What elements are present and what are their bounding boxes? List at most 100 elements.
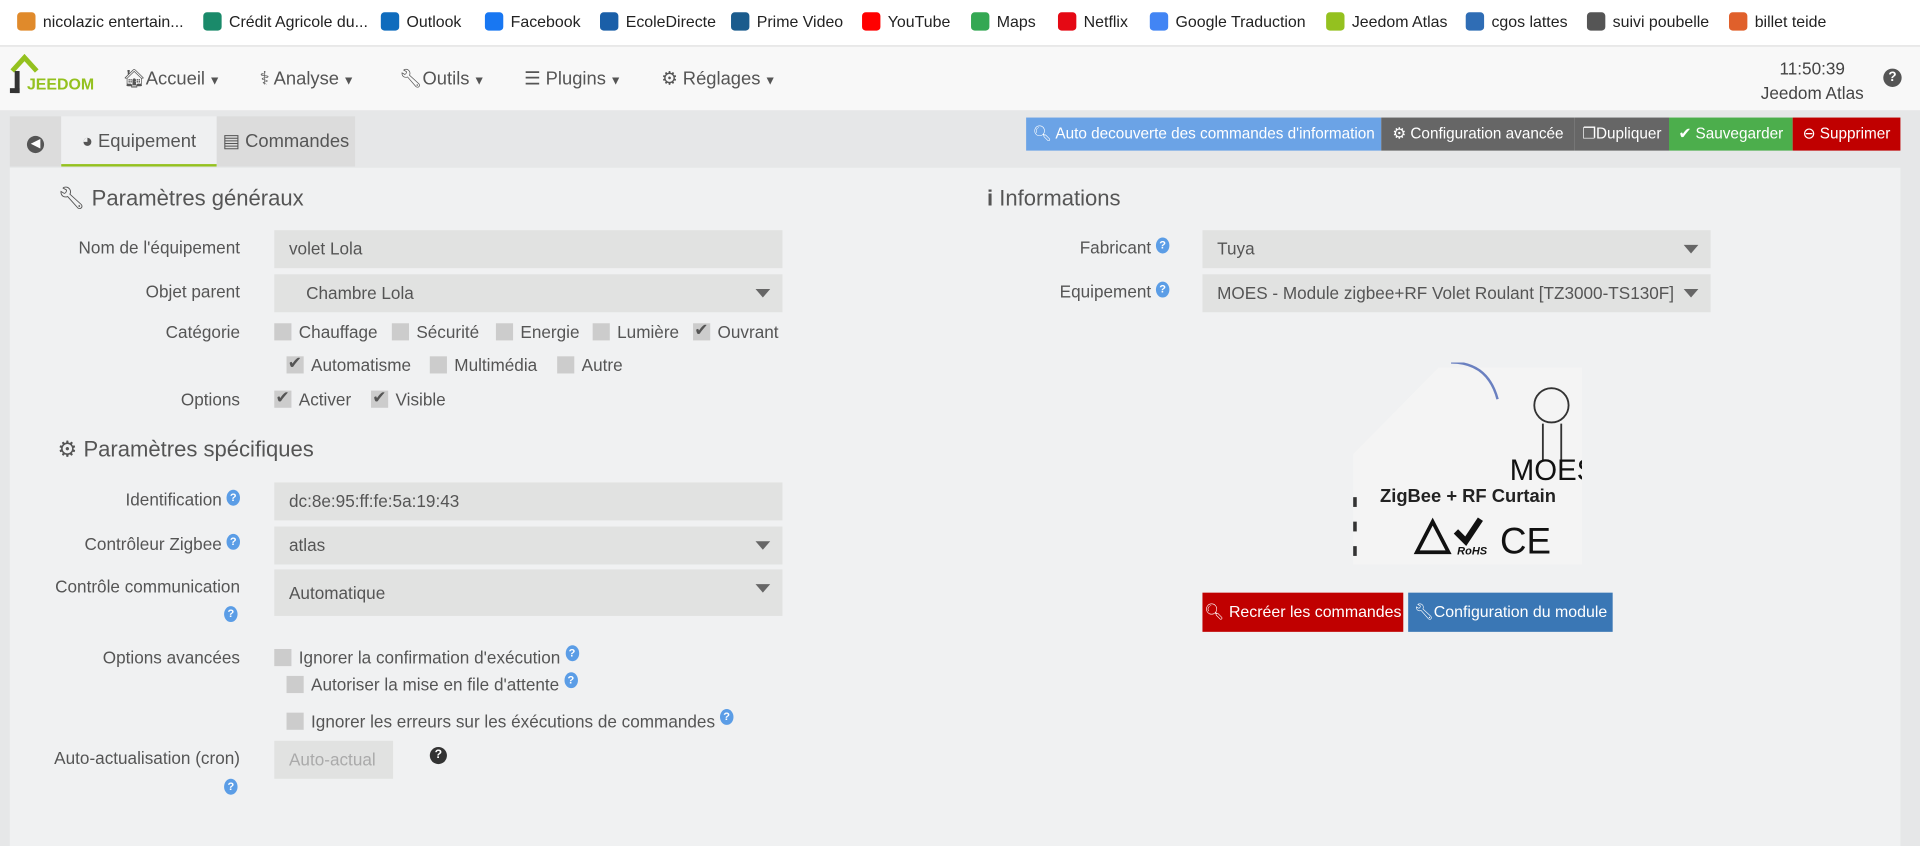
bookmark-label: Google Traduction xyxy=(1175,12,1306,31)
device-image: MOES ZigBee + RF Curtain RoHS CE xyxy=(1353,362,1583,565)
recreate-commands-button[interactable]: 🔍︎ Recréer les commandes xyxy=(1202,592,1404,632)
checkbox-item[interactable]: Sécurité xyxy=(391,322,480,342)
checkbox[interactable] xyxy=(274,323,292,341)
bookmark-item[interactable]: Maps xyxy=(971,12,1036,31)
checkbox-item[interactable]: Ouvrant xyxy=(693,320,779,342)
checkbox[interactable] xyxy=(495,323,514,341)
netflix-icon xyxy=(1057,12,1077,31)
checkbox-item[interactable]: Autre xyxy=(557,355,623,375)
bookmark-item[interactable]: Crédit Agricole du... xyxy=(203,12,368,31)
help-icon[interactable]: ? xyxy=(565,644,579,661)
zigbee-controller-select[interactable]: atlas xyxy=(274,526,783,565)
bookmark-item[interactable]: nicolazic entertain... xyxy=(17,12,184,31)
navbar: JEEDOM 🏠︎Accueil ▼ ⚕ Analyse ▼ 🔧︎Outils ▼ ☰… xyxy=(0,46,1920,111)
menu-outils[interactable]: 🔧︎Outils ▼ xyxy=(399,67,485,90)
checkbox[interactable] xyxy=(274,648,292,667)
checkbox[interactable] xyxy=(391,323,409,341)
bookmark-item[interactable]: Outlook xyxy=(380,12,462,31)
checkbox-label: Sécurité xyxy=(416,322,480,342)
bookmark-item[interactable]: Facebook xyxy=(484,12,581,31)
checkbox[interactable] xyxy=(274,387,292,408)
help-icon[interactable]: ? xyxy=(564,671,578,688)
bookmark-item[interactable]: Jeedom Atlas xyxy=(1326,12,1447,31)
credit-agricole-icon xyxy=(203,12,222,31)
copy-icon: ❐ xyxy=(1582,124,1596,143)
checkbox-item[interactable]: Lumière xyxy=(592,322,679,342)
checkbox-label: Ignorer les erreurs sur les éxécutions d… xyxy=(311,711,716,732)
parent-object-select[interactable]: Chambre Lola xyxy=(274,274,783,313)
checkbox-item[interactable]: Chauffage xyxy=(274,322,378,342)
parent-label: Objet parent xyxy=(145,281,241,302)
checkbox[interactable] xyxy=(371,387,389,408)
help-icon[interactable]: ? xyxy=(224,606,238,623)
checkbox-item[interactable]: Visible xyxy=(371,387,446,409)
checkbox-item[interactable]: Energie xyxy=(495,322,580,342)
help-icon[interactable]: ? xyxy=(1155,281,1170,298)
wrench-icon: 🔧︎ xyxy=(399,68,423,90)
ecoledirecte-icon xyxy=(600,12,619,31)
tab-label: Commandes xyxy=(245,131,350,152)
menu-reglages[interactable]: ⚙ Réglages ▼ xyxy=(661,67,776,90)
tab-equipement[interactable]: ◕ Equipement xyxy=(61,116,217,167)
bookmarks-bar: nicolazic entertain... Crédit Agricole du… xyxy=(0,0,1920,47)
bookmark-label: Outlook xyxy=(406,12,462,31)
help-icon[interactable]: ? xyxy=(719,708,734,725)
cron-input[interactable]: Auto-actual xyxy=(274,740,394,779)
tab-commandes[interactable]: ▤ Commandes xyxy=(216,116,356,167)
help-icon[interactable]: ? xyxy=(226,533,241,550)
back-button[interactable]: ◀ xyxy=(9,116,62,167)
dashboard-icon: ◕ xyxy=(81,131,93,152)
checkbox[interactable] xyxy=(286,675,304,694)
category-label: Catégorie xyxy=(165,322,241,342)
cron-help-button[interactable]: ? xyxy=(429,746,447,765)
help-icon[interactable]: ? xyxy=(226,489,241,506)
equipment-name-input[interactable]: volet Lola xyxy=(274,230,783,269)
bookmark-item[interactable]: Netflix xyxy=(1057,12,1128,31)
bookmark-item[interactable]: YouTube xyxy=(862,12,950,31)
stethoscope-icon: ⚕ xyxy=(259,68,270,90)
bookmark-item[interactable]: cgos lattes xyxy=(1465,12,1568,31)
advanced-config-button[interactable]: ⚙ Configuration avancée xyxy=(1381,117,1575,151)
communication-control-select[interactable]: Automatique xyxy=(274,569,783,616)
identification-label: Identification ? xyxy=(0,489,241,509)
menu-analyse[interactable]: ⚕ Analyse ▼ xyxy=(259,67,355,90)
checkbox[interactable] xyxy=(286,353,304,374)
checkbox[interactable] xyxy=(592,323,610,341)
manufacturer-select[interactable]: Tuya xyxy=(1202,230,1711,269)
bookmark-item[interactable]: billet teide xyxy=(1728,12,1826,31)
checkbox-item[interactable]: Ignorer la confirmation d'exécution? xyxy=(274,644,579,667)
button-label: Recréer les commandes xyxy=(1228,602,1402,621)
checkbox[interactable] xyxy=(429,356,447,374)
equipment-model-select[interactable]: MOES - Module zigbee+RF Volet Roulant [T… xyxy=(1202,274,1711,313)
checkbox-item[interactable]: Multimédia xyxy=(429,355,537,375)
help-icon[interactable]: ? xyxy=(1155,237,1170,254)
bookmark-item[interactable]: Prime Video xyxy=(731,12,843,31)
menu-plugins[interactable]: ☰ Plugins ▼ xyxy=(524,67,622,90)
globe-icon xyxy=(1586,12,1606,31)
section-info-title: i Informations xyxy=(986,186,1121,211)
button-label: Auto decouverte des commandes d'informat… xyxy=(1055,124,1375,143)
identification-input[interactable]: dc:8e:95:ff:fe:5a:19:43 xyxy=(274,482,783,521)
help-button[interactable]: ? xyxy=(1883,68,1902,87)
delete-button[interactable]: ⊖ Supprimer xyxy=(1792,117,1901,151)
bookmark-item[interactable]: EcoleDirecte xyxy=(600,12,716,31)
cron-label: Auto-actualisation (cron) xyxy=(54,748,241,768)
checkbox[interactable] xyxy=(693,320,711,341)
save-button[interactable]: ✔ Sauvegarder xyxy=(1668,117,1793,151)
menu-accueil[interactable]: 🏠︎Accueil ▼ xyxy=(122,67,220,90)
jeedom-logo[interactable]: JEEDOM xyxy=(9,53,96,103)
checkbox-item[interactable]: Ignorer les erreurs sur les éxécutions d… xyxy=(286,708,734,732)
bookmark-item[interactable]: Google Traduction xyxy=(1149,12,1306,31)
help-icon[interactable]: ? xyxy=(224,778,238,795)
bookmark-item[interactable]: suivi poubelle xyxy=(1586,12,1709,31)
duplicate-button[interactable]: ❐Dupliquer xyxy=(1574,117,1669,151)
checkbox-item[interactable]: Activer xyxy=(274,387,351,409)
section-general-title: 🔧︎ Paramètres généraux xyxy=(57,186,304,211)
checkbox[interactable] xyxy=(557,356,575,374)
checkbox[interactable] xyxy=(286,712,304,730)
auto-discovery-button[interactable]: 🔍︎ Auto decouverte des commandes d'infor… xyxy=(1026,117,1382,151)
module-config-button[interactable]: 🔧︎Configuration du module xyxy=(1408,592,1613,632)
menu-label: Plugins xyxy=(545,68,606,90)
checkbox-item[interactable]: Automatisme xyxy=(286,353,411,375)
checkbox-item[interactable]: Autoriser la mise en file d'attente? xyxy=(286,671,578,694)
